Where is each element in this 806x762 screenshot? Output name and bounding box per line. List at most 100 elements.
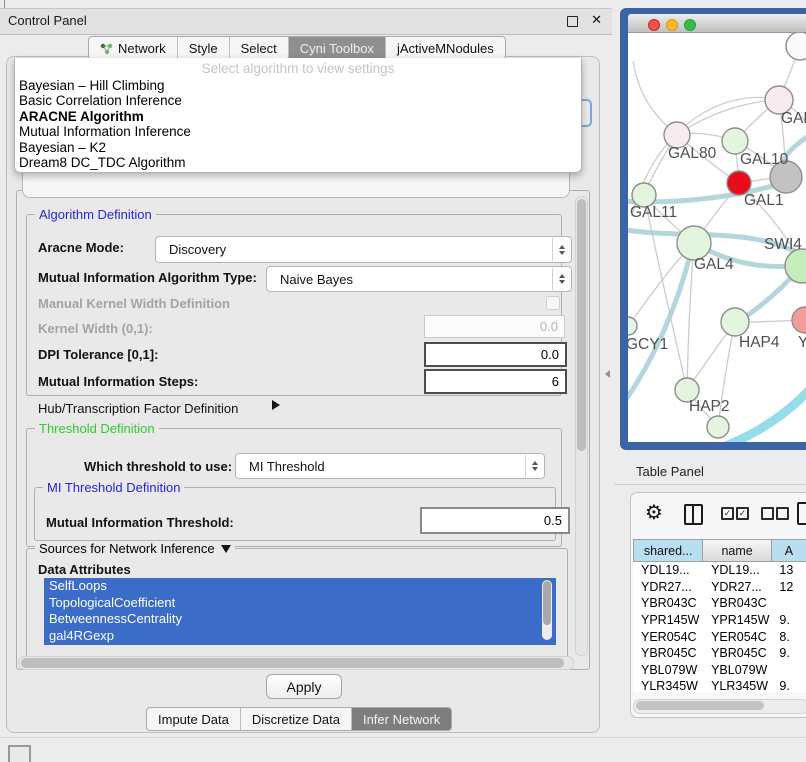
table-cell [771,662,806,679]
app-root: Control Panel ✕ NetworkStyleSelectCyni T… [0,0,806,762]
table-row[interactable]: YPR145WYPR145W9. [633,612,806,629]
sources-collapse-icon[interactable] [221,545,231,553]
settings-hscroll-thumb[interactable] [21,658,564,668]
close-panel-icon[interactable]: ✕ [591,12,602,28]
data-attributes-list[interactable]: SelfLoopsTopologicalCoefficientBetweenne… [44,578,556,645]
dpi-tolerance-label: DPI Tolerance [0,1]: [38,347,158,362]
tab-network[interactable]: Network [89,37,178,59]
network-canvas[interactable]: GALGAL80GAL10GAL1GAL11SWI4GAL4GCY1HAP4YH… [628,33,806,442]
bottom-separator [0,737,806,738]
network-icon [100,42,113,55]
hub-expand-icon[interactable] [272,400,280,410]
tab-select[interactable]: Select [230,37,289,59]
node-unlabeled[interactable] [707,416,729,438]
checked-box-icon[interactable]: ✓ [736,507,749,520]
tab-style[interactable]: Style [178,37,230,59]
column-header-a[interactable]: A [772,539,806,562]
node-y[interactable] [792,307,806,333]
mi-type-combo[interactable]: Naive Bayes [266,266,572,292]
mi-threshold-field[interactable]: 0.5 [420,507,570,534]
table-row[interactable]: YLR345WYLR345W9. [633,678,806,692]
tab-label: Discretize Data [252,712,340,727]
settings-vertical-scrollbar[interactable] [575,196,588,656]
attribute-item-selfloops[interactable]: SelfLoops [44,578,556,595]
dpi-tolerance-field[interactable]: 0.0 [424,342,567,367]
node-hap4[interactable] [721,308,749,336]
algorithm-option-bayesian-hill-climbing[interactable]: Bayesian – Hill Climbing [19,78,577,93]
manual-kernel-label: Manual Kernel Width Definition [38,296,230,311]
table-row[interactable]: YBR043CYBR043C [633,595,806,612]
attr-list-scrollbar[interactable] [542,580,552,640]
kernel-width-field[interactable]: 0.0 [424,315,565,338]
table-cell: YDL19... [703,562,771,579]
table-cell: YER054C [633,628,703,645]
splitter-collapse-icon[interactable] [605,370,610,378]
sources-title-text: Sources for Network Inference [39,541,215,556]
algorithm-option-dream8-dc-tdc-algorithm[interactable]: Dream8 DC_TDC Algorithm [19,155,577,170]
mi-threshold-title: MI Threshold Definition [43,480,184,495]
which-threshold-value: MI Threshold [249,459,325,474]
algorithm-option-mutual-information-inference[interactable]: Mutual Information Inference [19,124,577,139]
column-header-shared[interactable]: shared... [633,539,703,562]
zoom-traffic-light-icon[interactable] [684,19,696,31]
node-label-gal80: GAL80 [668,145,717,162]
attribute-item-gal4rgexp[interactable]: gal4RGexp [44,628,556,645]
network-node-labels: GALGAL80GAL10GAL1GAL11SWI4GAL4GCY1HAP4YH… [628,110,806,415]
tab-impute-data[interactable]: Impute Data [147,708,241,730]
close-traffic-light-icon[interactable] [648,19,660,31]
mi-steps-field[interactable]: 6 [424,369,567,394]
gear-icon[interactable]: ⚙ [645,503,663,523]
table-cell: YBR043C [703,595,771,612]
unchecked-box-icon[interactable] [776,507,789,520]
algorithm-option-bayesian-k2[interactable]: Bayesian – K2 [19,140,577,155]
network-window-titlebar[interactable] [628,14,806,33]
table-row[interactable]: YBL079WYBL079W [633,662,806,679]
table-panel-title: Table Panel [636,464,704,479]
minimized-panel-icon[interactable] [8,745,31,762]
algorithm-option-list: Bayesian – Hill ClimbingBasic Correlatio… [19,78,577,170]
table-row[interactable]: YER054CYER054C8. [633,628,806,645]
node-label-gal4: GAL4 [694,256,734,273]
tab-discretize-data[interactable]: Discretize Data [241,708,352,730]
attribute-item-betweennesscentrality[interactable]: BetweennessCentrality [44,611,556,628]
aracne-mode-combo[interactable]: Discovery [155,236,572,263]
algorithm-option-basic-correlation-inference[interactable]: Basic Correlation Inference [19,93,577,108]
mi-type-value: Naive Bayes [280,272,353,287]
node-gcy1[interactable] [628,317,637,335]
mi-steps-label: Mutual Information Steps: [38,374,198,389]
table-hscroll-thumb[interactable] [636,701,764,710]
table-cell: 9. [771,678,806,692]
float-panel-icon[interactable] [567,16,578,27]
table-cell: 9. [771,612,806,629]
unchecked-box-icon[interactable] [761,507,774,520]
attr-list-scroll-thumb[interactable] [543,581,551,625]
node-gal4[interactable] [677,226,711,260]
table-row[interactable]: YDL19...YDL19...13 [633,562,806,579]
tab-cyni-toolbox[interactable]: Cyni Toolbox [289,37,386,59]
checked-box-icon[interactable]: ✓ [721,507,734,520]
algorithm-dropdown[interactable]: Select algorithm to view settings Bayesi… [14,58,582,173]
table-horizontal-scrollbar[interactable] [633,699,806,714]
tab-infer-network[interactable]: Infer Network [352,708,451,730]
which-threshold-combo[interactable]: MI Threshold [235,453,545,479]
export-table-icon[interactable] [797,502,806,525]
settings-vscroll-thumb[interactable] [577,199,586,451]
columns-icon[interactable] [684,504,703,525]
manual-kernel-checkbox[interactable] [546,296,560,310]
algorithm-option-aracne-algorithm[interactable]: ARACNE Algorithm [19,109,577,124]
node-label-gal: GAL [781,110,806,127]
node-unlabeled[interactable] [786,33,806,60]
tab-jactivemnodules[interactable]: jActiveMNodules [386,37,505,59]
minimize-traffic-light-icon[interactable] [666,19,678,31]
kernel-width-label: Kernel Width (0,1): [38,321,153,336]
table-row[interactable]: YDR27...YDR27...12 [633,579,806,596]
table-row[interactable]: YBR045CYBR045C9. [633,645,806,662]
apply-button[interactable]: Apply [266,674,342,699]
mi-type-label: Mutual Information Algorithm Type: [38,270,257,285]
attribute-item-topologicalcoefficient[interactable]: TopologicalCoefficient [44,595,556,612]
node-label-hap2: HAP2 [689,398,730,415]
table-cell: YLR345W [633,678,703,692]
table-cell: YBR043C [633,595,703,612]
settings-horizontal-scrollbar[interactable] [18,656,574,670]
column-header-name[interactable]: name [703,539,771,562]
